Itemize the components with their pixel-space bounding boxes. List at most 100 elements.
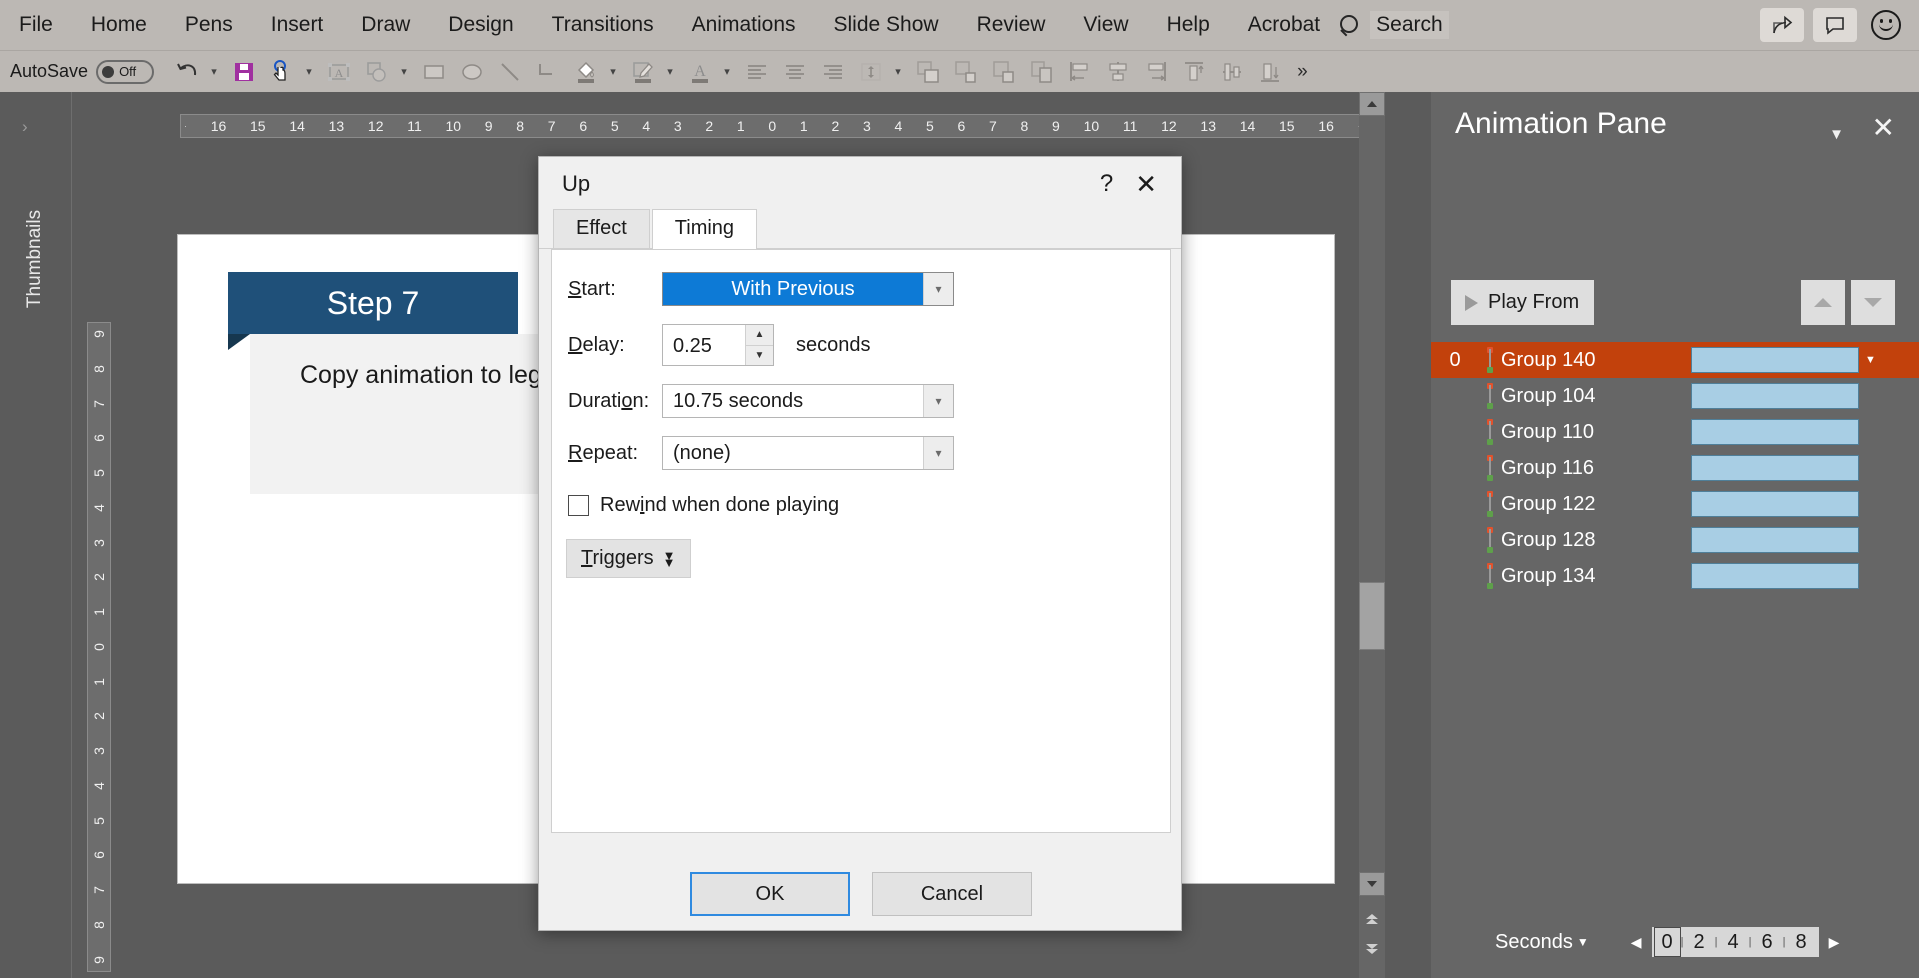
list-item[interactable]: Group 128 — [1431, 522, 1919, 558]
move-down-button[interactable] — [1851, 280, 1895, 325]
selection-pane-button[interactable] — [1025, 55, 1059, 89]
move-up-button[interactable] — [1801, 280, 1845, 325]
triggers-button[interactable]: Triggers ▼ ▼ — [566, 539, 691, 578]
shape-outline-dropdown[interactable]: ▾ — [662, 55, 678, 89]
tab-timing[interactable]: Timing — [651, 209, 758, 249]
list-item[interactable]: 0 Group 140 ▼ — [1431, 342, 1919, 378]
thumbnails-label[interactable]: Thumbnails — [24, 199, 46, 319]
vertical-ruler[interactable]: 9 8 7 6 5 4 3 2 1 0 1 2 3 4 5 6 7 8 9 — [87, 322, 111, 972]
menu-item-file[interactable]: File — [0, 0, 72, 50]
close-icon[interactable]: ✕ — [1872, 114, 1895, 142]
align-center-button[interactable] — [778, 55, 812, 89]
duration-combobox[interactable]: 10.75 seconds ▾ — [662, 384, 954, 418]
menu-item-transitions[interactable]: Transitions — [533, 0, 673, 50]
undo-dropdown[interactable]: ▾ — [206, 55, 222, 89]
align-bottom-button[interactable] — [1253, 55, 1287, 89]
slide-tag-shape[interactable]: Step 7 — [228, 272, 518, 334]
rewind-row[interactable]: Rewind when done playing — [568, 494, 1170, 517]
seconds-dropdown-caret-icon[interactable]: ▼ — [1577, 935, 1589, 949]
seconds-dropdown-label[interactable]: Seconds — [1495, 931, 1573, 954]
send-backward-button[interactable] — [987, 55, 1021, 89]
text-color-button[interactable]: A — [683, 55, 717, 89]
menu-item-animations[interactable]: Animations — [673, 0, 815, 50]
shape-fill-dropdown[interactable]: ▾ — [605, 55, 621, 89]
elbow-connector-button[interactable] — [531, 55, 565, 89]
rectangle-button[interactable] — [417, 55, 451, 89]
row-options-caret-icon[interactable]: ▼ — [1865, 354, 1876, 366]
menu-item-insert[interactable]: Insert — [252, 0, 343, 50]
menu-item-draw[interactable]: Draw — [342, 0, 429, 50]
chevron-down-icon[interactable]: ▾ — [923, 273, 953, 305]
pointer-hand-button[interactable] — [265, 55, 299, 89]
scroll-down-button[interactable] — [1359, 872, 1385, 896]
chevron-down-icon[interactable]: ▾ — [923, 437, 953, 469]
menu-item-home[interactable]: Home — [72, 0, 166, 50]
menu-item-acrobat[interactable]: Acrobat — [1229, 0, 1339, 50]
next-slide-button[interactable] — [1359, 943, 1385, 960]
timeline-bar[interactable] — [1691, 527, 1859, 553]
timeline-scroll-right-button[interactable]: ▶ — [1829, 934, 1840, 951]
delay-increment-button[interactable]: ▲ — [746, 325, 773, 346]
align-right-button[interactable] — [816, 55, 850, 89]
timeline-bar[interactable] — [1691, 491, 1859, 517]
line-spacing-dropdown[interactable]: ▾ — [890, 55, 906, 89]
align-top-button[interactable] — [1177, 55, 1211, 89]
save-button[interactable] — [227, 55, 261, 89]
timeline-bar[interactable] — [1691, 347, 1859, 373]
ok-button[interactable]: OK — [690, 872, 850, 916]
rewind-checkbox[interactable] — [568, 495, 589, 516]
list-item[interactable]: Group 122 — [1431, 486, 1919, 522]
cancel-button[interactable]: Cancel — [872, 872, 1032, 916]
shape-outline-button[interactable] — [626, 55, 660, 89]
pointer-dropdown[interactable]: ▾ — [301, 55, 317, 89]
tab-effect[interactable]: Effect — [553, 209, 650, 248]
menu-item-help[interactable]: Help — [1148, 0, 1229, 50]
align-objects-right-button[interactable] — [1139, 55, 1173, 89]
share-button[interactable] — [1760, 8, 1804, 42]
timeline-scroll-left-button[interactable]: ◀ — [1631, 934, 1642, 951]
shape-fill-button[interactable] — [569, 55, 603, 89]
bring-forward-button[interactable] — [949, 55, 983, 89]
smiley-face-icon[interactable] — [1871, 10, 1901, 40]
delay-decrement-button[interactable]: ▼ — [746, 345, 773, 365]
timeline-bar[interactable] — [1691, 383, 1859, 409]
timeline-bar[interactable] — [1691, 455, 1859, 481]
scrollbar-thumb[interactable] — [1359, 582, 1385, 650]
list-item[interactable]: Group 104 — [1431, 378, 1919, 414]
start-combobox[interactable]: With Previous ▾ — [662, 272, 954, 306]
shapes-dropdown[interactable]: ▾ — [396, 55, 412, 89]
text-box-button[interactable]: A — [322, 55, 356, 89]
chevron-right-icon[interactable]: › — [22, 117, 28, 137]
delay-value[interactable]: 0.25 — [663, 325, 745, 365]
slide-vertical-scrollbar[interactable] — [1359, 92, 1385, 978]
align-middle-button[interactable] — [1215, 55, 1249, 89]
horizontal-ruler[interactable]: · 16 15 14 13 12 11 10 9 8 7 6 5 4 3 2 1… — [180, 114, 1365, 138]
menu-item-slide-show[interactable]: Slide Show — [815, 0, 958, 50]
undo-button[interactable] — [170, 55, 204, 89]
chevron-down-icon[interactable]: ▼ — [1829, 126, 1844, 143]
align-objects-left-button[interactable] — [1063, 55, 1097, 89]
delay-stepper[interactable]: ▲ ▼ — [745, 325, 773, 365]
list-item[interactable]: Group 134 — [1431, 558, 1919, 594]
search-box[interactable]: Search — [1339, 11, 1469, 39]
help-button[interactable]: ? — [1086, 170, 1127, 198]
list-item[interactable]: Group 116 — [1431, 450, 1919, 486]
shapes-button[interactable] — [360, 55, 394, 89]
play-from-button[interactable]: Play From — [1451, 280, 1594, 325]
chevron-down-icon[interactable]: ▾ — [923, 385, 953, 417]
toolbar-overflow-button[interactable]: » — [1297, 61, 1308, 83]
autosave-toggle[interactable]: Off — [96, 59, 155, 84]
align-objects-center-button[interactable] — [1101, 55, 1135, 89]
group-button[interactable] — [911, 55, 945, 89]
text-color-dropdown[interactable]: ▾ — [719, 55, 735, 89]
ellipse-button[interactable] — [455, 55, 489, 89]
menu-item-design[interactable]: Design — [429, 0, 532, 50]
line-spacing-button[interactable] — [854, 55, 888, 89]
menu-item-pens[interactable]: Pens — [166, 0, 252, 50]
delay-spinner[interactable]: 0.25 ▲ ▼ — [662, 324, 774, 366]
line-button[interactable] — [493, 55, 527, 89]
list-item[interactable]: Group 110 — [1431, 414, 1919, 450]
timeline-scale[interactable]: 0 | 2 | 4 | 6 | 8 — [1651, 927, 1819, 957]
close-icon[interactable]: ✕ — [1127, 169, 1181, 200]
repeat-combobox[interactable]: (none) ▾ — [662, 436, 954, 470]
